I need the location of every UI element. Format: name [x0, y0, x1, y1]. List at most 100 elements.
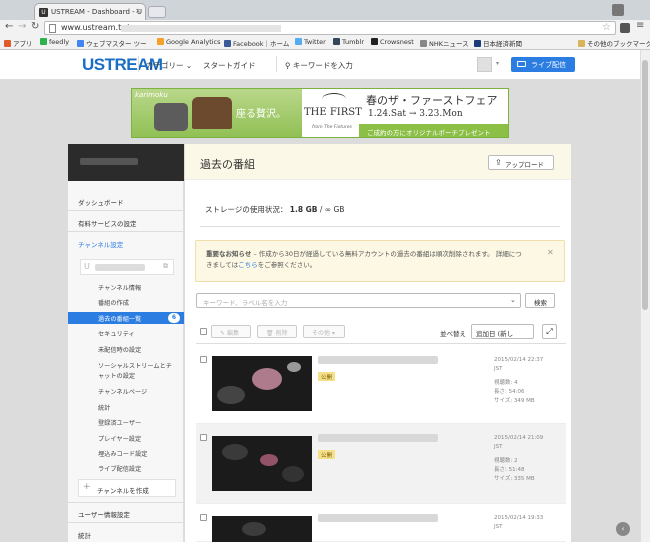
sidebar-sub-create-program[interactable]: 番組の作成	[98, 298, 129, 307]
video-thumbnail[interactable]	[212, 516, 312, 542]
bookmark-twitter[interactable]: Twitter	[295, 38, 326, 46]
header-search[interactable]: ⚲ キーワードを入力	[285, 60, 353, 71]
notice-text: 重要なお知らせ – 作成から30日が経過している無料アカウントの過去の番組は順次…	[206, 250, 522, 269]
row-meta: 2015/02/14 22:37 JST 視聴数: 4 長さ: 54:06 サイズ: …	[494, 357, 544, 404]
program-name-blurred[interactable]	[318, 514, 438, 522]
ad-headline: 春のザ・ファーストフェア	[366, 94, 498, 107]
bookmark-apps[interactable]: アプリ	[4, 38, 33, 48]
video-thumbnail[interactable]	[212, 436, 312, 491]
delete-button[interactable]: 🗑 削除	[257, 325, 297, 338]
nikkei-icon	[474, 40, 481, 47]
bookmark-nikkei[interactable]: 日本経済新聞	[474, 38, 522, 48]
sidebar-sub-registered-users[interactable]: 登録済ユーザー	[98, 418, 141, 427]
user-avatar[interactable]	[477, 57, 492, 72]
sidebar-item-stats[interactable]: 統計	[78, 530, 91, 540]
bookmark-facebook[interactable]: Facebook｜ホーム	[224, 38, 289, 48]
menu-icon[interactable]: ≡	[636, 20, 644, 31]
ad-banner[interactable]: karimoku 座る贅沢。 THE FIRST from The Fixtur…	[131, 88, 509, 138]
ad-dates: 1.24.Sat → 3.23.Mon	[368, 109, 463, 119]
table-row[interactable]: 2015/02/14 19:33 JST	[196, 504, 566, 542]
live-broadcast-button[interactable]: ライブ配信	[511, 57, 575, 72]
other-actions-button[interactable]: その他 ▾	[303, 325, 345, 338]
folder-icon	[578, 40, 585, 47]
facebook-icon	[224, 40, 231, 47]
sidebar-sub-security[interactable]: セキュリティ	[98, 329, 135, 338]
other-bookmarks[interactable]: その他のブックマーク	[578, 38, 650, 48]
row-checkbox[interactable]	[200, 514, 207, 521]
row-checkbox[interactable]	[200, 434, 207, 441]
reload-icon[interactable]: ↻	[31, 21, 39, 32]
sidebar-sub-channel-info[interactable]: チャンネル情報	[98, 283, 141, 292]
bookmark-crowsnest[interactable]: Crowsnest	[371, 38, 414, 46]
nhk-icon	[420, 40, 427, 47]
status-badge: 公開	[318, 372, 336, 381]
notice-link[interactable]: こちら	[238, 261, 258, 269]
extension-icon[interactable]	[620, 23, 630, 33]
table-row[interactable]: 公開 2015/02/14 22:37 JST 視聴数: 4 長さ: 54:06 サイ…	[196, 344, 566, 424]
sidebar-sub-channel-page[interactable]: チャンネルページ	[98, 387, 147, 396]
upload-button[interactable]: ⇪ アップロード	[488, 155, 554, 170]
ad-chair	[192, 97, 232, 129]
crowsnest-icon	[371, 38, 378, 45]
back-icon[interactable]: ←	[5, 21, 13, 32]
divider	[200, 226, 560, 227]
upload-icon: ⇪	[495, 158, 502, 167]
program-search-input[interactable]: キーワード、ラベル名を入力	[196, 293, 521, 308]
search-button[interactable]: 検索	[525, 293, 555, 308]
header-divider	[276, 56, 277, 72]
sidebar-item-user-info[interactable]: ユーザー情報設定	[78, 509, 130, 519]
camera-icon	[517, 61, 526, 67]
feedback-icon[interactable]: ‹	[616, 522, 630, 536]
sort-select[interactable]: 追加日 (新し	[471, 324, 534, 339]
chevron-down-icon: ⌄	[185, 61, 193, 70]
video-thumbnail[interactable]	[212, 356, 312, 411]
sidebar-sub-past-programs[interactable]: 過去の番組一覧	[98, 314, 141, 323]
sidebar-sub-offline[interactable]: 未配信時の設定	[98, 345, 141, 354]
edit-button[interactable]: ✎ 編集	[211, 325, 251, 338]
ad-cta: ご成約の方にオリジナルポーチプレゼント	[359, 124, 508, 137]
expand-icon[interactable]: ⤢	[542, 324, 557, 339]
user-menu-caret-icon[interactable]: ▾	[496, 60, 499, 67]
create-channel-button[interactable]: + チャンネルを作成	[78, 479, 176, 497]
apps-icon	[4, 40, 11, 47]
nav-start-guide[interactable]: スタートガイド	[203, 60, 256, 71]
sidebar-sub-stats[interactable]: 統計	[98, 403, 110, 412]
status-badge: 公開	[318, 450, 336, 459]
sidebar-sub-social-stream-2[interactable]: ャットの設定	[98, 371, 135, 380]
sort-label: 並べ替え	[440, 330, 466, 338]
close-icon[interactable]: ✕	[547, 248, 554, 257]
profile-icon[interactable]	[612, 4, 624, 16]
bookmark-nhk[interactable]: NHKニュース	[420, 38, 469, 48]
bookmark-feedly[interactable]: feedly	[40, 38, 69, 46]
program-name-blurred[interactable]	[318, 356, 438, 364]
pencil-icon: ✎	[220, 330, 226, 337]
chevron-down-icon[interactable]: ⌄	[510, 296, 516, 304]
sidebar-sub-live-settings[interactable]: ライブ配信設定	[98, 464, 141, 473]
plus-icon: +	[83, 482, 91, 492]
scrollbar-thumb[interactable]	[642, 60, 648, 310]
sidebar-subnav: チャンネル情報 番組の作成 過去の番組一覧 セキュリティ 未配信時の設定 ソーシ…	[68, 0, 184, 542]
feedly-icon	[40, 38, 47, 45]
trash-icon: 🗑	[266, 330, 274, 337]
row-checkbox[interactable]	[200, 356, 207, 363]
storage-usage: ストレージの使用状況： 1.8 GB / ∞ GB	[205, 205, 345, 214]
page-title: 過去の番組	[200, 158, 255, 171]
sidebar-sub-embed-code[interactable]: 埋込みコード設定	[98, 449, 148, 458]
bookmark-tumblr[interactable]: Tumblr	[333, 38, 364, 46]
program-name-blurred[interactable]	[318, 434, 438, 442]
select-all-checkbox[interactable]	[200, 328, 207, 335]
past-programs-count-badge: 6	[168, 313, 180, 323]
sidebar-sub-player-settings[interactable]: プレイヤー設定	[98, 434, 141, 443]
page-icon	[49, 24, 56, 33]
row-meta: 2015/02/14 21:09 JST 視聴数: 2 長さ: 51:48 サイズ: …	[494, 435, 544, 482]
ad-logo-sub: from The Fixtures	[312, 125, 352, 130]
search-icon: ⚲	[285, 61, 291, 70]
bookmark-star-icon[interactable]: ☆	[602, 22, 611, 33]
sidebar-sub-social-stream[interactable]: ソーシャルストリームとチ	[98, 361, 172, 370]
twitter-icon	[295, 38, 302, 45]
row-meta: 2015/02/14 19:33 JST	[494, 515, 544, 530]
ustream-favicon-icon: U	[39, 8, 48, 17]
forward-icon[interactable]: →	[18, 21, 26, 32]
ad-copy: 座る贅沢。	[236, 109, 286, 120]
table-row[interactable]: 公開 2015/02/14 21:09 JST 視聴数: 2 長さ: 51:48 サイ…	[196, 424, 566, 504]
